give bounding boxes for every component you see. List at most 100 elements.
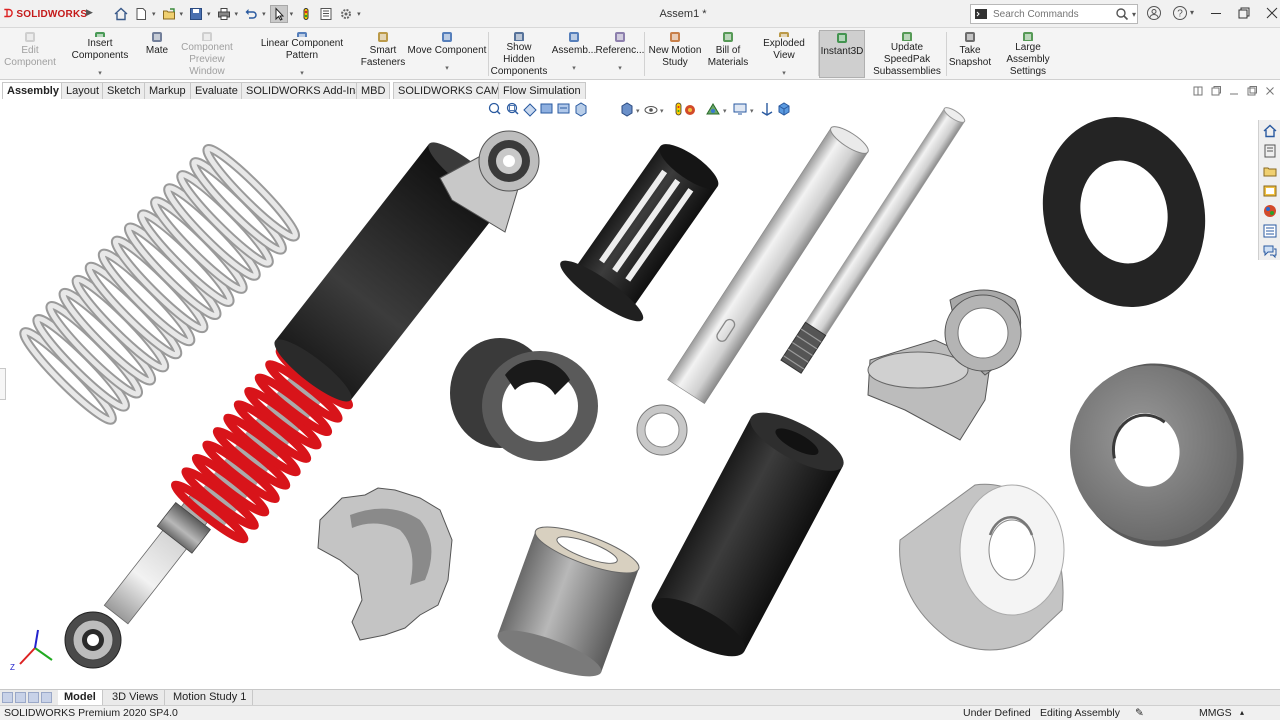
rubber-washer-model[interactable] — [1022, 99, 1226, 325]
appearances-icon[interactable] — [1262, 203, 1278, 219]
next-tab-arrow-icon[interactable] — [28, 692, 39, 703]
cube-view-icon[interactable] — [778, 102, 790, 116]
ribbon-separator — [644, 32, 645, 76]
help-icon[interactable]: ? — [1172, 5, 1188, 21]
tab-markup[interactable]: Markup — [144, 82, 191, 99]
previous-tab-arrow-icon[interactable] — [15, 692, 26, 703]
apply-scene-icon[interactable] — [685, 105, 695, 115]
tab-assembly[interactable]: Assembly — [2, 82, 64, 99]
graphics-area[interactable]: ▾ ▾ ▾ ▾ Z — [0, 99, 1258, 689]
tab-layout[interactable]: Layout — [61, 82, 105, 99]
linear-pattern-dropdown-icon[interactable]: ▾ — [300, 70, 304, 78]
reference-button[interactable]: Referenc... ▾ — [596, 30, 644, 78]
resources-icon[interactable] — [1262, 123, 1278, 139]
view-minimize-icon[interactable] — [1228, 85, 1240, 97]
tab-sketch[interactable]: Sketch — [102, 82, 146, 99]
smart-fasteners-button[interactable]: Smart Fasteners — [360, 30, 406, 78]
view-restore-icon[interactable] — [1210, 85, 1222, 97]
assembly-dropdown-icon[interactable]: ▾ — [572, 65, 576, 73]
search-dropdown-icon[interactable]: ▾ — [1132, 10, 1136, 19]
display-style-icon[interactable] — [621, 102, 633, 117]
bottom-tab-3d-views[interactable]: 3D Views — [106, 690, 166, 706]
bottom-tab-bar: Model 3D Views Motion Study 1 — [0, 689, 1280, 706]
tile-icon[interactable] — [1192, 85, 1204, 97]
motion-study-label: New Motion — [648, 45, 702, 56]
move-component-button[interactable]: Move Component ▾ — [404, 30, 490, 78]
rebuild-status-icon[interactable]: ✎ — [1135, 706, 1144, 720]
restore-icon[interactable] — [1236, 5, 1252, 21]
upper-mount-bracket-model[interactable] — [867, 289, 1022, 441]
tab-solidworks-add-ins[interactable]: SOLIDWORKS Add-Ins — [241, 82, 366, 99]
exploded-view-dropdown-icon[interactable]: ▾ — [782, 70, 786, 78]
monitor-dropdown-icon[interactable]: ▾ — [750, 108, 754, 115]
view-close-icon[interactable] — [1264, 85, 1276, 97]
view-settings-dropdown-icon[interactable]: ▾ — [723, 108, 727, 115]
user-icon[interactable] — [1146, 5, 1162, 21]
units-dropdown-icon[interactable]: ▴ — [1240, 706, 1244, 720]
display-style-dropdown-icon[interactable]: ▾ — [636, 108, 640, 115]
aluminum-spacer-model[interactable] — [899, 483, 1065, 651]
exploded-view-icon — [779, 32, 789, 37]
feature-manager-flyout-handle[interactable] — [0, 368, 6, 400]
slotted-bushing-model[interactable] — [554, 128, 737, 330]
mate-button[interactable]: Mate — [142, 30, 172, 78]
view-orientation-icon[interactable] — [575, 102, 587, 117]
bom-button[interactable]: Bill of Materials — [706, 30, 750, 78]
zoom-to-fit-icon[interactable] — [488, 102, 501, 115]
spring-seat-clip-model[interactable] — [317, 487, 453, 641]
minimize-icon[interactable] — [1208, 5, 1224, 21]
section-view-icon[interactable] — [540, 103, 553, 114]
hide-show-dropdown-icon[interactable]: ▾ — [660, 108, 664, 115]
dynamic-annotation-icon[interactable] — [557, 103, 570, 114]
view-maximize-icon[interactable] — [1246, 85, 1258, 97]
bottom-tab-model[interactable]: Model — [58, 690, 103, 706]
tab-mbd[interactable]: MBD — [356, 82, 391, 99]
monitor-icon[interactable] — [733, 103, 747, 115]
show-hidden-button[interactable]: Show Hidden Components — [490, 30, 548, 78]
large-assembly-button[interactable]: Large Assembly Settings — [993, 30, 1063, 78]
tab-flow-simulation[interactable]: Flow Simulation — [498, 82, 586, 99]
units-selector[interactable]: MMGS — [1199, 706, 1232, 720]
reference-dropdown-icon[interactable]: ▾ — [618, 65, 622, 73]
instant3d-button[interactable]: Instant3D — [819, 30, 865, 78]
design-library-icon[interactable] — [1262, 143, 1278, 159]
move-component-dropdown-icon[interactable]: ▾ — [445, 65, 449, 73]
help-dropdown-icon[interactable]: ▾ — [1190, 8, 1194, 21]
tab-solidworks-cam[interactable]: SOLIDWORKS CAM — [393, 82, 506, 99]
show-hidden-label-line2: Components — [490, 66, 548, 77]
triad-view-icon[interactable] — [761, 103, 773, 116]
edit-component-button[interactable]: Edit Component — [4, 30, 56, 78]
previous-view-icon[interactable] — [523, 103, 537, 117]
custom-properties-icon[interactable] — [1262, 223, 1278, 239]
insert-components-button[interactable]: Insert Components ▾ — [58, 30, 142, 78]
linear-pattern-button[interactable]: Linear Component Pattern ▾ — [244, 30, 360, 78]
first-tab-arrow-icon[interactable] — [2, 692, 13, 703]
view-palette-icon[interactable] — [1262, 183, 1278, 199]
forum-icon[interactable] — [1262, 243, 1278, 259]
bottom-tab-motion-study-1[interactable]: Motion Study 1 — [167, 690, 254, 706]
snapshot-button[interactable]: Take Snapshot — [948, 30, 992, 78]
view-window-controls — [1192, 85, 1276, 97]
steel-spacer-tube-model[interactable] — [493, 518, 644, 685]
close-icon[interactable] — [1264, 5, 1280, 21]
assembly-button[interactable]: Assemb... ▾ — [552, 30, 596, 78]
last-tab-arrow-icon[interactable] — [41, 692, 52, 703]
search-commands-box[interactable]: ▾ — [970, 4, 1138, 24]
speedpak-button[interactable]: Update SpeedPak Subassemblies — [868, 30, 946, 78]
rubber-bushing-model[interactable] — [450, 338, 598, 461]
file-explorer-icon[interactable] — [1262, 163, 1278, 179]
component-preview-button[interactable]: Component Preview Window — [172, 30, 242, 78]
edit-appearance-icon[interactable] — [675, 102, 682, 116]
tab-evaluate[interactable]: Evaluate — [190, 82, 243, 99]
editing-mode-text: Editing Assembly — [1040, 707, 1120, 719]
search-icon[interactable] — [1115, 7, 1129, 21]
hide-show-items-icon[interactable] — [644, 106, 658, 114]
insert-components-dropdown-icon[interactable]: ▾ — [98, 70, 102, 78]
search-input[interactable] — [991, 7, 1111, 21]
view-settings-icon[interactable] — [706, 103, 720, 115]
motion-study-button[interactable]: New Motion Study — [646, 30, 704, 78]
steel-washer-model[interactable] — [1050, 344, 1258, 566]
zoom-to-area-icon[interactable] — [506, 102, 519, 115]
exploded-view-button[interactable]: Exploded View ▾ — [752, 30, 816, 78]
command-manager: Edit Component Insert Components ▾ Mate Compo… — [0, 28, 1280, 80]
